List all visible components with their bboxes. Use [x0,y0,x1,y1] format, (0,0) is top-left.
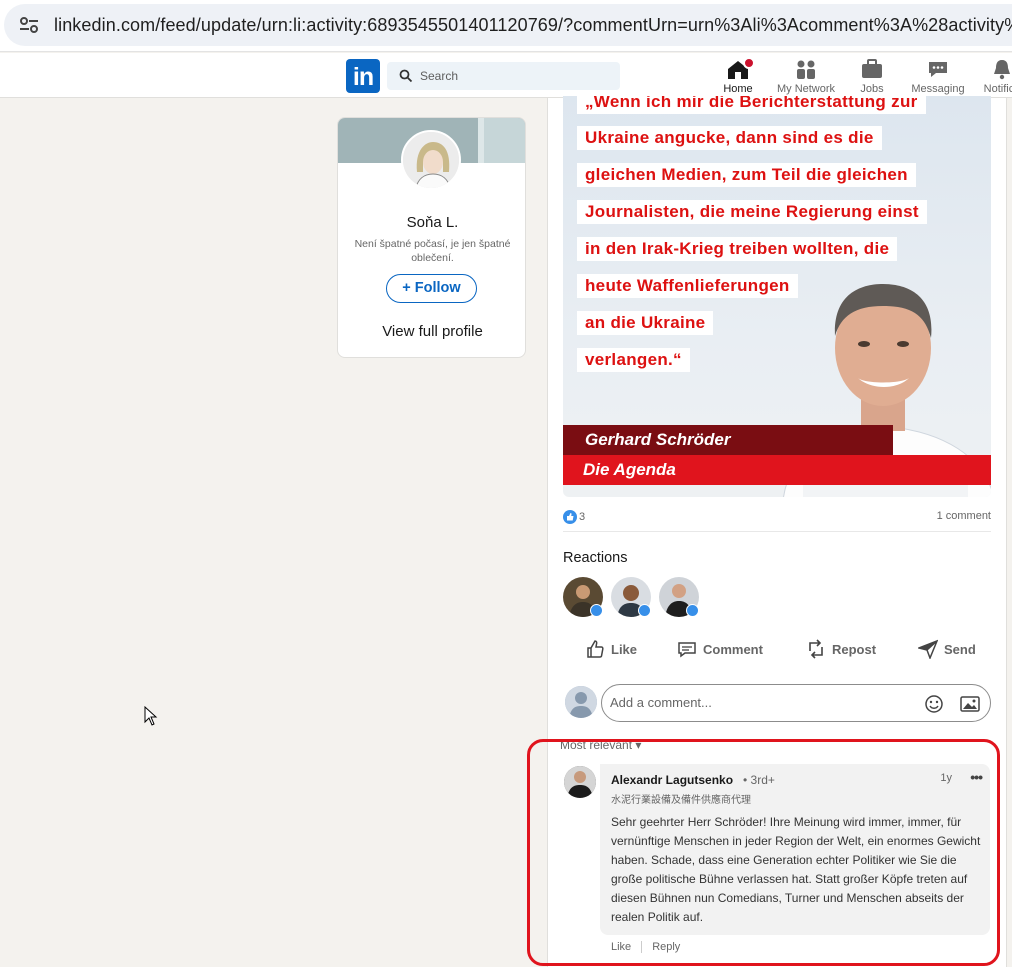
profile-headline: Není špatné počasí, je jen špatné obleče… [354,238,511,264]
comment-icon [678,642,696,658]
social-counts: 3 1 comment [563,508,991,532]
avatar[interactable] [401,130,461,190]
url-text[interactable]: linkedin.com/feed/update/urn:li:activity… [54,15,1012,36]
url-field[interactable]: linkedin.com/feed/update/urn:li:activity… [4,4,1012,46]
nav-messaging-label: Messaging [911,83,965,95]
nav-my-network-label: My Network [776,83,836,95]
quote-line: Ukraine angucke, dann sind es die [577,126,882,150]
quote-line: an die Ukraine [577,311,714,335]
post-image[interactable]: „Wenn ich mir die Berichterstattung zur … [563,96,991,497]
nav-notifications-label: Notifica [983,83,1012,95]
current-user-avatar[interactable] [565,686,597,718]
quote-line: „Wenn ich mir die Berichterstattung zur [577,96,926,114]
nav-notifications[interactable]: Notifica [972,56,1012,95]
image-person-name: Gerhard Schröder [563,425,893,455]
nav-jobs-label: Jobs [860,83,884,95]
search-icon [399,69,413,83]
like-reaction-icon [590,604,603,617]
banner-decoration [478,118,525,163]
nav-messaging[interactable]: Messaging [906,56,970,95]
profile-card: Soňa L. Není špatné počasí, je jen špatn… [337,117,526,358]
quote-line: gleichen Medien, zum Teil die gleichen [577,163,916,187]
like-reaction-icon [686,604,699,617]
nav-jobs[interactable]: Jobs [848,56,896,95]
comment-button[interactable]: Comment [677,639,763,659]
like-button[interactable]: Like [585,639,637,659]
reactions-heading: Reactions [563,550,628,566]
nav-home[interactable]: Home [706,56,770,98]
messaging-icon [929,62,947,77]
thumbs-up-icon [587,640,604,658]
search-placeholder: Search [420,69,459,83]
site-settings-icon[interactable] [18,15,40,35]
nav-home-label: Home [723,83,753,95]
like-reaction-icon [638,604,651,617]
send-icon [918,639,938,659]
image-band-text: Die Agenda [563,455,991,485]
repost-icon [809,639,823,659]
comment-placeholder: Add a comment... [610,695,712,710]
emoji-icon[interactable] [924,694,944,714]
comment-count[interactable]: 1 comment [937,510,991,522]
repost-button[interactable]: Repost [806,639,876,659]
bell-icon [994,60,1010,80]
comment-label: Comment [703,641,763,657]
linkedin-logo-icon[interactable]: in [346,59,380,93]
quote-line: verlangen.“ [577,348,690,372]
profile-name[interactable]: Soňa L. [338,214,525,231]
view-full-profile-link[interactable]: View full profile [338,323,525,340]
plus-icon: + [402,280,411,296]
network-icon [797,60,815,79]
add-comment-input[interactable]: Add a comment... [601,684,991,722]
nav-my-network[interactable]: My Network [772,56,840,95]
reaction-count[interactable]: 3 [563,510,585,524]
profile-photo [403,132,459,188]
post-actions-bar: Like Comment Repost Send [563,633,991,669]
briefcase-icon [862,59,882,78]
send-label: Send [944,641,976,657]
search-input[interactable]: Search [387,62,620,90]
browser-address-bar: linkedin.com/feed/update/urn:li:activity… [0,0,1012,52]
image-icon[interactable] [960,695,980,713]
like-label: Like [611,641,638,657]
quote-line: Journalisten, die meine Regierung einst [577,200,927,224]
like-reaction-icon [563,510,577,524]
mouse-cursor-icon [144,706,158,726]
highlight-box [527,739,1000,966]
follow-button[interactable]: + Follow [386,274,477,303]
reaction-count-value: 3 [579,511,586,523]
linkedin-top-nav: in Search Home My Network Jobs Messaging… [0,53,1012,98]
repost-label: Repost [832,641,877,657]
notification-badge [743,57,755,69]
follow-label: Follow [414,280,461,296]
send-button[interactable]: Send [918,639,976,659]
